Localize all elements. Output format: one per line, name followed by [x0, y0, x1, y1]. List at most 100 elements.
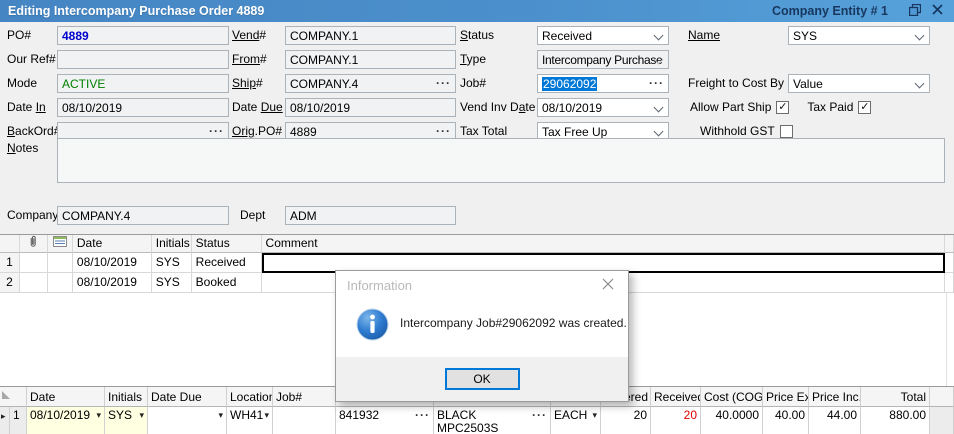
name-dropdown-icon[interactable] — [914, 30, 925, 41]
status-row-date[interactable]: 08/10/2019 — [72, 253, 152, 273]
line-job-header[interactable]: Job# — [273, 387, 336, 407]
line-date-cell[interactable]: 08/10/2019 ▾ — [27, 407, 105, 434]
row-number[interactable]: 2 — [0, 273, 20, 293]
line-price-inc-cell[interactable]: 44.00 — [809, 407, 861, 434]
description-ellipsis-button[interactable]: ··· — [532, 409, 547, 421]
check-icon: ✓ — [860, 100, 870, 113]
allow-part-ship-label: Allow Part Ship — [690, 100, 772, 114]
status-grid-date-header[interactable]: Date — [72, 235, 152, 253]
line-price-inc-header[interactable]: Price Inc. — [809, 387, 861, 407]
line-location-header[interactable]: Location — [227, 387, 273, 407]
withhold-gst-label: Withhold GST — [700, 124, 775, 138]
status-combobox[interactable]: Received — [537, 26, 669, 45]
vend-field[interactable]: COMPANY.1 — [285, 26, 456, 45]
line-received-cell[interactable]: 20 — [651, 407, 701, 434]
line-total-cell[interactable]: 880.00 — [861, 407, 930, 434]
memo-column-header[interactable] — [47, 235, 73, 253]
grid-corner-selector[interactable] — [0, 387, 27, 407]
status-row-date[interactable]: 08/10/2019 — [72, 273, 152, 293]
status-grid-initials-header[interactable]: Initials — [151, 235, 192, 253]
allow-part-ship-checkbox[interactable]: ✓ — [776, 100, 790, 114]
location-dropdown-icon[interactable]: ▾ — [264, 409, 269, 421]
attachment-column-header[interactable] — [19, 235, 48, 253]
initials-dropdown-icon[interactable]: ▾ — [139, 409, 144, 421]
status-grid-comment-header[interactable]: Comment — [261, 235, 945, 253]
job-ellipsis-button[interactable]: ··· — [647, 76, 666, 91]
freight-combobox[interactable]: Value — [788, 74, 930, 93]
line-location-cell[interactable]: WH41 ▾ — [227, 407, 273, 434]
row-marker-icon: ▸ — [1, 411, 6, 421]
type-combobox[interactable]: Intercompany Purchase — [537, 50, 669, 69]
from-field[interactable]: COMPANY.1 — [285, 50, 456, 69]
date-dropdown-icon[interactable]: ▾ — [96, 409, 101, 421]
line-date-due-header[interactable]: Date Due — [148, 387, 227, 407]
backord-ellipsis-button[interactable]: ··· — [207, 124, 226, 139]
dialog-message: Intercompany Job#29062092 was created. — [400, 316, 627, 330]
purchase-order-window: Editing Intercompany Purchase Order 4889… — [0, 0, 954, 434]
line-job-cell[interactable] — [273, 407, 336, 434]
company-entity-label: Company Entity # 1 — [772, 4, 888, 18]
part-ellipsis-button[interactable]: ··· — [415, 409, 430, 421]
line-price-ex-cell[interactable]: 40.00 — [763, 407, 809, 434]
line-row-number[interactable]: 1 — [10, 407, 27, 434]
line-cost-cell[interactable]: 40.0000 — [701, 407, 763, 434]
status-label: Status — [460, 28, 495, 42]
status-grid-status-header[interactable]: Status — [191, 235, 262, 253]
info-icon — [356, 308, 389, 344]
date-due-field[interactable]: 08/10/2019 — [285, 98, 456, 117]
ok-button[interactable]: OK — [444, 368, 520, 390]
line-cost-header[interactable]: Cost (COG) — [701, 387, 763, 407]
status-row-status[interactable]: Booked — [191, 273, 262, 293]
line-unit-cell[interactable]: EACH ▾ — [551, 407, 601, 434]
job-field[interactable]: 29062092 ··· — [537, 74, 669, 93]
line-part-cell[interactable]: 841932 ··· — [336, 407, 434, 434]
line-initials-header[interactable]: Initials — [105, 387, 148, 407]
line-description-cell[interactable]: BLACK MPC2503S PRINT CARTRIDGE··· — [434, 407, 551, 434]
date-due-dropdown-icon[interactable]: ▾ — [218, 409, 223, 421]
dept-field[interactable]: ADM — [285, 206, 456, 225]
name-combobox[interactable]: SYS — [788, 26, 930, 45]
dialog-close-button[interactable] — [598, 275, 618, 295]
line-date-due-cell[interactable]: ▾ — [148, 407, 227, 434]
ship-label: Ship# — [232, 76, 263, 90]
ship-ellipsis-button[interactable]: ··· — [434, 76, 453, 91]
tax-paid-checkbox[interactable]: ✓ — [858, 100, 872, 114]
unit-dropdown-icon[interactable]: ▾ — [592, 409, 597, 421]
row-number[interactable]: 1 — [0, 253, 20, 273]
ship-field[interactable]: COMPANY.4 ··· — [285, 74, 456, 93]
dialog-title-bar: Information — [336, 271, 628, 297]
status-row-status[interactable]: Received — [191, 253, 262, 273]
dialog-title: Information — [347, 277, 413, 293]
corner-triangle-icon — [2, 391, 10, 399]
information-dialog: Information Intercompany Job#29062092 wa… — [335, 270, 629, 402]
check-icon: ✓ — [778, 100, 788, 113]
line-ordered-cell[interactable]: 20 — [601, 407, 651, 434]
line-total-header[interactable]: Total — [861, 387, 930, 407]
line-initials-cell[interactable]: SYS ▾ — [105, 407, 148, 434]
company-label: Company — [7, 208, 59, 222]
close-window-button[interactable] — [926, 0, 948, 22]
vend-inv-date-dropdown-icon[interactable] — [653, 102, 664, 113]
date-in-field[interactable]: 08/10/2019 — [57, 98, 229, 117]
notes-textarea[interactable] — [57, 138, 945, 183]
vend-inv-date-combobox[interactable]: 08/10/2019 — [537, 98, 669, 117]
orig-po-ellipsis-button[interactable]: ··· — [434, 124, 453, 139]
freight-dropdown-icon[interactable] — [914, 78, 925, 89]
status-row-initials[interactable]: SYS — [151, 253, 192, 273]
line-date-header[interactable]: Date — [27, 387, 105, 407]
line-received-header[interactable]: Received — [651, 387, 701, 407]
tax-total-dropdown-icon[interactable] — [653, 126, 664, 137]
date-due-label: Date Due — [232, 100, 283, 114]
restore-window-button[interactable] — [904, 0, 926, 22]
line-price-ex-header[interactable]: Price Ex. — [763, 387, 809, 407]
status-row-initials[interactable]: SYS — [151, 273, 192, 293]
withhold-gst-checkbox[interactable] — [779, 124, 793, 138]
status-dropdown-icon[interactable] — [653, 30, 664, 41]
from-label: From# — [232, 52, 267, 66]
company-field[interactable]: COMPANY.4 — [57, 206, 229, 225]
po-field[interactable]: 4889 — [57, 26, 229, 45]
freight-label: Freight to Cost By — [688, 76, 785, 90]
mode-field[interactable]: ACTIVE — [57, 74, 229, 93]
our-ref-field[interactable] — [57, 50, 229, 69]
vend-inv-date-label: Vend Inv Date — [460, 100, 536, 114]
